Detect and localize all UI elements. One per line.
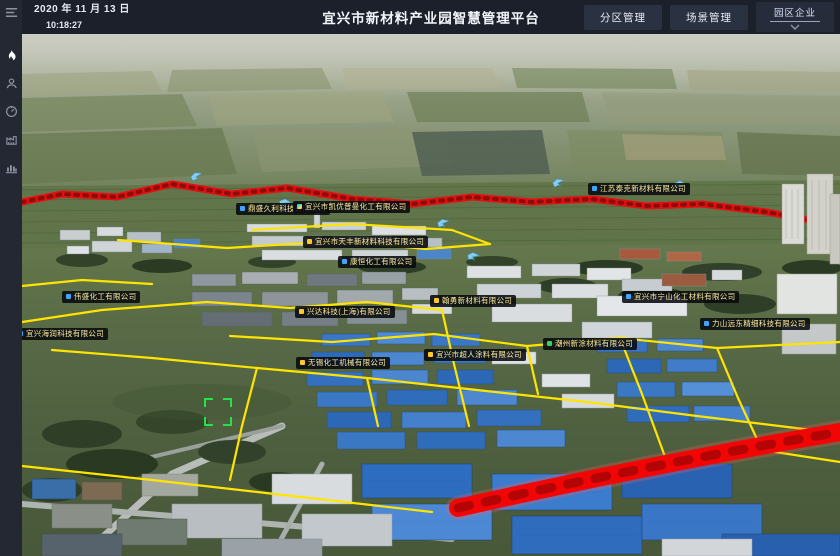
person-icon[interactable] xyxy=(4,76,19,91)
chevron-down-icon xyxy=(790,22,800,31)
zone-management-button[interactable]: 分区管理 xyxy=(584,5,662,30)
company-label[interactable]: 宜兴市天丰新材料科技有限公司 xyxy=(303,236,428,248)
company-label[interactable]: 兴达科技(上海)有限公司 xyxy=(295,306,395,318)
company-label-text: 江苏泰克新材料有限公司 xyxy=(600,185,686,193)
company-marker-icon xyxy=(434,298,439,303)
company-marker-icon xyxy=(22,331,23,336)
company-marker-icon xyxy=(626,294,631,299)
dropdown-label: 园区企业 xyxy=(770,5,820,22)
menu-icon[interactable] xyxy=(4,5,19,20)
company-marker-icon xyxy=(704,321,709,326)
company-label[interactable]: 江苏泰克新材料有限公司 xyxy=(588,183,690,195)
company-label[interactable]: 伟盛化工有限公司 xyxy=(62,291,140,303)
company-label[interactable]: 力山远东精细科技有限公司 xyxy=(700,318,810,330)
company-marker-icon xyxy=(299,309,304,314)
company-label[interactable]: 宜兴市凯优普曼化工有限公司 xyxy=(293,201,410,213)
company-label[interactable]: 无锡化工机械有限公司 xyxy=(296,357,390,369)
company-label[interactable]: 康恒化工有限公司 xyxy=(338,256,416,268)
map-viewport[interactable]: 鼎盛久利科技有限公司 宜兴市凯优普曼化工有限公司 宜兴市天丰新材料科技有限公司 … xyxy=(22,34,840,556)
fire-icon[interactable] xyxy=(4,48,19,63)
company-label[interactable]: 翰勇新材料有限公司 xyxy=(430,295,516,307)
company-label-text: 翰勇新材料有限公司 xyxy=(442,297,512,305)
company-label[interactable]: 宜兴海润科技有限公司 xyxy=(22,328,108,340)
company-label[interactable]: 宜兴市超人涂料有限公司 xyxy=(424,349,526,361)
company-marker-icon xyxy=(428,352,433,357)
sidebar xyxy=(0,0,22,556)
company-marker-icon xyxy=(297,204,302,209)
bar-chart-icon[interactable] xyxy=(4,160,19,175)
company-marker-icon xyxy=(300,360,305,365)
park-enterprise-dropdown[interactable]: 园区企业 xyxy=(756,2,834,32)
scene-management-button[interactable]: 场景管理 xyxy=(670,5,748,30)
company-label-text: 宜兴市凯优普曼化工有限公司 xyxy=(305,203,406,211)
company-label-text: 力山远东精细科技有限公司 xyxy=(712,320,806,328)
header: 2020 年 11 月 13 日 10:18:27 宜兴市新材料产业园智慧管理平… xyxy=(22,0,840,34)
company-marker-icon xyxy=(307,239,312,244)
company-label-text: 潮州新涂材料有限公司 xyxy=(555,340,633,348)
company-label-text: 宜兴海润科技有限公司 xyxy=(26,330,104,338)
company-label-text: 宜兴市超人涂料有限公司 xyxy=(436,351,522,359)
company-label-text: 伟盛化工有限公司 xyxy=(74,293,136,301)
company-label-text: 宜兴市宁山化工材料有限公司 xyxy=(634,293,735,301)
company-marker-icon xyxy=(342,259,347,264)
company-marker-icon xyxy=(592,186,597,191)
gauge-icon[interactable] xyxy=(4,104,19,119)
factory-icon[interactable] xyxy=(4,132,19,147)
company-label-text: 兴达科技(上海)有限公司 xyxy=(307,308,391,316)
company-label-text: 宜兴市天丰新材料科技有限公司 xyxy=(315,238,424,246)
company-marker-icon xyxy=(66,294,71,299)
company-label-text: 康恒化工有限公司 xyxy=(350,258,412,266)
company-label[interactable]: 潮州新涂材料有限公司 xyxy=(543,338,637,350)
company-marker-icon xyxy=(240,206,245,211)
app-root: 2020 年 11 月 13 日 10:18:27 宜兴市新材料产业园智慧管理平… xyxy=(0,0,840,556)
company-label[interactable]: 宜兴市宁山化工材料有限公司 xyxy=(622,291,739,303)
company-label-text: 无锡化工机械有限公司 xyxy=(308,359,386,367)
header-actions: 分区管理 场景管理 园区企业 xyxy=(584,0,834,34)
company-marker-icon xyxy=(547,341,552,346)
